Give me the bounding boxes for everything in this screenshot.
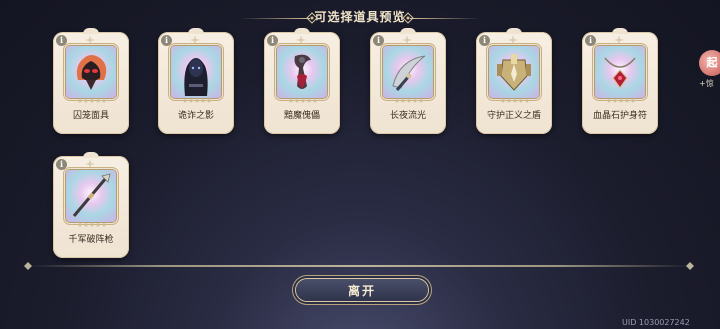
side-float-label: +惊 [699, 79, 714, 88]
item-card-cage-mask[interactable]: i 囚笼面具 [53, 28, 129, 134]
flaming-mask-icon [66, 46, 116, 98]
header-line-left [240, 18, 310, 19]
sparkle-icon [508, 35, 518, 45]
sparkle-icon [85, 159, 95, 169]
sparkle-icon [614, 35, 624, 45]
info-icon[interactable]: i [479, 35, 490, 46]
info-icon[interactable]: i [56, 35, 67, 46]
info-icon[interactable]: i [161, 35, 172, 46]
page-title: 可选择道具预览 [314, 9, 406, 24]
item-name: 千军破阵枪 [68, 235, 114, 245]
rarity-stars [500, 98, 530, 104]
item-name: 囚笼面具 [72, 111, 109, 121]
leave-button[interactable]: 离开 [296, 279, 428, 301]
dark-puppet-icon [277, 46, 327, 98]
item-card-dark-puppet[interactable]: i 黯魔傀儡 [264, 28, 340, 134]
rarity-stars [394, 98, 424, 104]
amulet-icon [595, 46, 645, 98]
item-name: 血晶石护身符 [592, 111, 647, 121]
header-ornament-left-icon [306, 12, 318, 24]
info-icon[interactable]: i [373, 35, 384, 46]
sparkle-icon [85, 35, 95, 45]
item-card-justice-shield[interactable]: i 守护正义之盾 [476, 28, 552, 134]
side-float-bubble[interactable]: 起 [699, 50, 720, 76]
item-card-deceit-shadow[interactable]: i 诡诈之影 [158, 28, 234, 134]
uid-label: UID 1030027242 [622, 318, 690, 327]
panel-header: 可选择道具预览 [240, 6, 480, 26]
rarity-stars [77, 222, 107, 228]
item-name: 守护正义之盾 [486, 111, 541, 121]
item-name: 长夜流光 [389, 111, 426, 121]
hooded-figure-icon [171, 46, 221, 98]
item-card-long-night-light[interactable]: i 长夜流光 [370, 28, 446, 134]
item-name: 黯魔傀儡 [283, 111, 320, 121]
info-icon[interactable]: i [56, 159, 67, 170]
rarity-stars [182, 98, 212, 104]
sparkle-icon [296, 35, 306, 45]
rarity-stars [77, 98, 107, 104]
sparkle-icon [190, 35, 200, 45]
side-float-widget[interactable]: 起 +惊 [699, 50, 720, 96]
sparkle-icon [402, 35, 412, 45]
item-card-blood-crystal-amulet[interactable]: i 血晶石护身符 [582, 28, 658, 134]
footer-divider [28, 265, 692, 267]
golden-armor-icon [489, 46, 539, 98]
info-icon[interactable]: i [267, 35, 278, 46]
header-line-right [410, 18, 480, 19]
info-icon[interactable]: i [585, 35, 596, 46]
divider-ornament-right-icon [686, 262, 694, 270]
crescent-blade-icon [383, 46, 433, 98]
spear-icon [66, 170, 116, 222]
rarity-stars [606, 98, 636, 104]
rarity-stars [288, 98, 318, 104]
item-card-army-breaking-spear[interactable]: i 千军破阵枪 [53, 152, 129, 258]
item-name: 诡诈之影 [177, 111, 214, 121]
